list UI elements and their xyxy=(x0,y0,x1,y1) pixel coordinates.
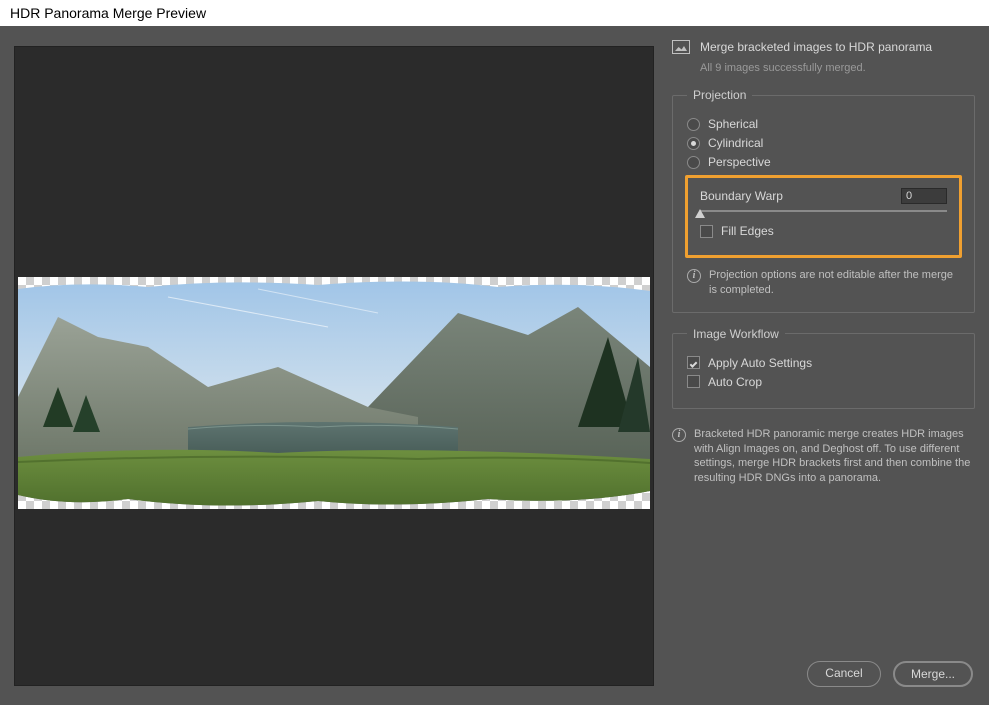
image-workflow-fieldset: Image Workflow Apply Auto Settings Auto … xyxy=(672,327,975,409)
radio-icon xyxy=(687,137,700,150)
slider-thumb-icon xyxy=(695,209,705,218)
boundary-warp-label: Boundary Warp xyxy=(700,189,783,203)
info-icon xyxy=(687,269,701,283)
radio-label: Cylindrical xyxy=(708,136,763,150)
radio-icon xyxy=(687,156,700,169)
cancel-button[interactable]: Cancel xyxy=(807,661,881,687)
workflow-legend: Image Workflow xyxy=(687,327,785,341)
checkbox-fill-edges[interactable]: Fill Edges xyxy=(700,224,947,238)
merge-status: All 9 images successfully merged. xyxy=(700,62,975,74)
radio-label: Perspective xyxy=(708,155,771,169)
window-title: HDR Panorama Merge Preview xyxy=(10,5,206,21)
checkbox-label: Apply Auto Settings xyxy=(708,356,812,370)
panorama-image xyxy=(18,277,650,509)
checkbox-apply-auto-settings[interactable]: Apply Auto Settings xyxy=(687,356,960,370)
projection-info: Projection options are not editable afte… xyxy=(687,268,960,298)
info-icon xyxy=(672,428,686,442)
radio-icon xyxy=(687,118,700,131)
footer-info: Bracketed HDR panoramic merge creates HD… xyxy=(672,427,975,486)
radio-spherical[interactable]: Spherical xyxy=(687,117,960,131)
info-text: Projection options are not editable afte… xyxy=(709,268,960,298)
checkbox-icon xyxy=(687,356,700,369)
boundary-warp-highlight: Boundary Warp Fill Edges xyxy=(685,175,962,258)
window-title-bar: HDR Panorama Merge Preview xyxy=(0,0,989,26)
checkbox-label: Fill Edges xyxy=(721,224,774,238)
preview-pane xyxy=(14,46,654,686)
footer-info-text: Bracketed HDR panoramic merge creates HD… xyxy=(694,427,975,486)
dialog-footer: Cancel Merge... xyxy=(672,655,975,695)
projection-legend: Projection xyxy=(687,88,752,102)
merge-button[interactable]: Merge... xyxy=(893,661,973,687)
header: Merge bracketed images to HDR panorama xyxy=(672,40,975,54)
checkbox-icon xyxy=(700,225,713,238)
checkbox-auto-crop[interactable]: Auto Crop xyxy=(687,375,960,389)
header-title: Merge bracketed images to HDR panorama xyxy=(700,40,932,54)
boundary-warp-slider[interactable] xyxy=(700,210,947,212)
panorama-preview xyxy=(18,277,650,509)
checkbox-icon xyxy=(687,375,700,388)
projection-fieldset: Projection Spherical Cylindrical Perspec… xyxy=(672,88,975,313)
options-panel: Merge bracketed images to HDR panorama A… xyxy=(654,26,989,705)
radio-perspective[interactable]: Perspective xyxy=(687,155,960,169)
radio-label: Spherical xyxy=(708,117,758,131)
boundary-warp-input[interactable] xyxy=(901,188,947,204)
radio-cylindrical[interactable]: Cylindrical xyxy=(687,136,960,150)
dialog-body: Merge bracketed images to HDR panorama A… xyxy=(0,26,989,705)
checkbox-label: Auto Crop xyxy=(708,375,762,389)
boundary-warp-row: Boundary Warp xyxy=(700,188,947,204)
panorama-icon xyxy=(672,40,690,54)
